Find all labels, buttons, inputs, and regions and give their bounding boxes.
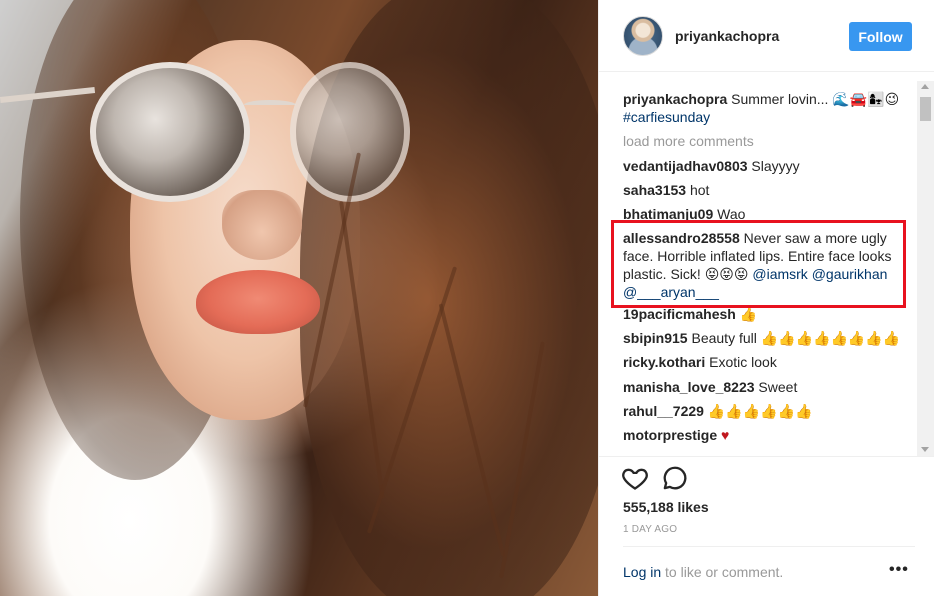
comment-item: rahul__7229 👍👍👍👍👍👍	[623, 402, 913, 420]
comment-item: vedantijadhav0803 Slayyyy	[623, 157, 913, 175]
author-username[interactable]: priyankachopra	[675, 28, 779, 44]
glasses-lens-left	[90, 62, 250, 202]
post-actions: 555,188 likes 1 DAY AGO Log in to like o…	[599, 458, 934, 596]
scroll-thumb[interactable]	[920, 97, 931, 121]
scroll-down-arrow-icon[interactable]	[921, 447, 929, 452]
caption: priyankachopra Summer lovin... 🌊🚘👩‍👧😉 #c…	[623, 90, 913, 126]
comment-username[interactable]: sbipin915	[623, 330, 688, 346]
comment-text: 👍	[739, 306, 758, 322]
comment-text: Sweet	[758, 379, 798, 395]
comment-username[interactable]: rahul__7229	[623, 403, 704, 419]
likes-count[interactable]: 555,188 likes	[623, 499, 709, 515]
load-more-comments-link[interactable]: load more comments	[623, 133, 754, 149]
comment-text: hot	[689, 182, 710, 198]
caption-hashtag[interactable]: #carfiesunday	[623, 109, 710, 125]
login-prompt: Log in to like or comment.	[623, 564, 783, 580]
post-side-panel: priyankachopra Follow priyankachopra Sum…	[598, 0, 934, 596]
caption-emoji: 🌊🚘👩‍👧😉	[832, 91, 900, 107]
comment-icon[interactable]	[661, 464, 689, 492]
login-link[interactable]: Log in	[623, 564, 661, 580]
comment-item: saha3153 hot	[623, 181, 913, 199]
glasses-bridge	[244, 100, 296, 110]
comment-text: 👍👍👍👍👍👍	[707, 403, 813, 419]
comment-username[interactable]: manisha_love_8223	[623, 379, 755, 395]
comment-username[interactable]: motorprestige	[623, 427, 717, 443]
avatar[interactable]	[623, 16, 663, 56]
comment-item: motorprestige ♥	[623, 426, 913, 444]
comment-text: Slayyyy	[751, 158, 800, 174]
comment-username[interactable]: 19pacificmahesh	[623, 306, 736, 322]
caption-username[interactable]: priyankachopra	[623, 91, 727, 107]
photo-nose	[222, 190, 302, 260]
heart-icon[interactable]	[621, 464, 649, 492]
post-photo[interactable]	[0, 0, 598, 596]
divider	[623, 546, 915, 547]
comment-username[interactable]: vedantijadhav0803	[623, 158, 748, 174]
caption-text: Summer lovin...	[731, 91, 829, 107]
post-header: priyankachopra Follow	[599, 0, 934, 72]
comment-username[interactable]: saha3153	[623, 182, 686, 198]
comment-item: sbipin915 Beauty full 👍👍👍👍👍👍👍👍	[623, 329, 913, 347]
more-options-icon[interactable]: •••	[889, 561, 909, 579]
comments-scrollbar[interactable]	[917, 81, 934, 456]
comment-text: Beauty full 👍👍👍👍👍👍👍👍	[691, 330, 901, 346]
comment-username[interactable]: ricky.kothari	[623, 354, 705, 370]
highlight-box	[611, 220, 906, 308]
login-suffix: to like or comment.	[661, 564, 784, 580]
comments-list[interactable]: priyankachopra Summer lovin... 🌊🚘👩‍👧😉 #c…	[599, 73, 934, 457]
comment-item: manisha_love_8223 Sweet	[623, 378, 913, 396]
post-timestamp[interactable]: 1 DAY AGO	[623, 524, 677, 535]
comment-text: Exotic look	[709, 354, 777, 370]
comment-text: ♥	[721, 427, 730, 443]
follow-button[interactable]: Follow	[849, 22, 912, 51]
photo-lips	[196, 270, 320, 334]
comment-item: ricky.kothari Exotic look	[623, 353, 913, 371]
scroll-up-arrow-icon[interactable]	[921, 84, 929, 89]
